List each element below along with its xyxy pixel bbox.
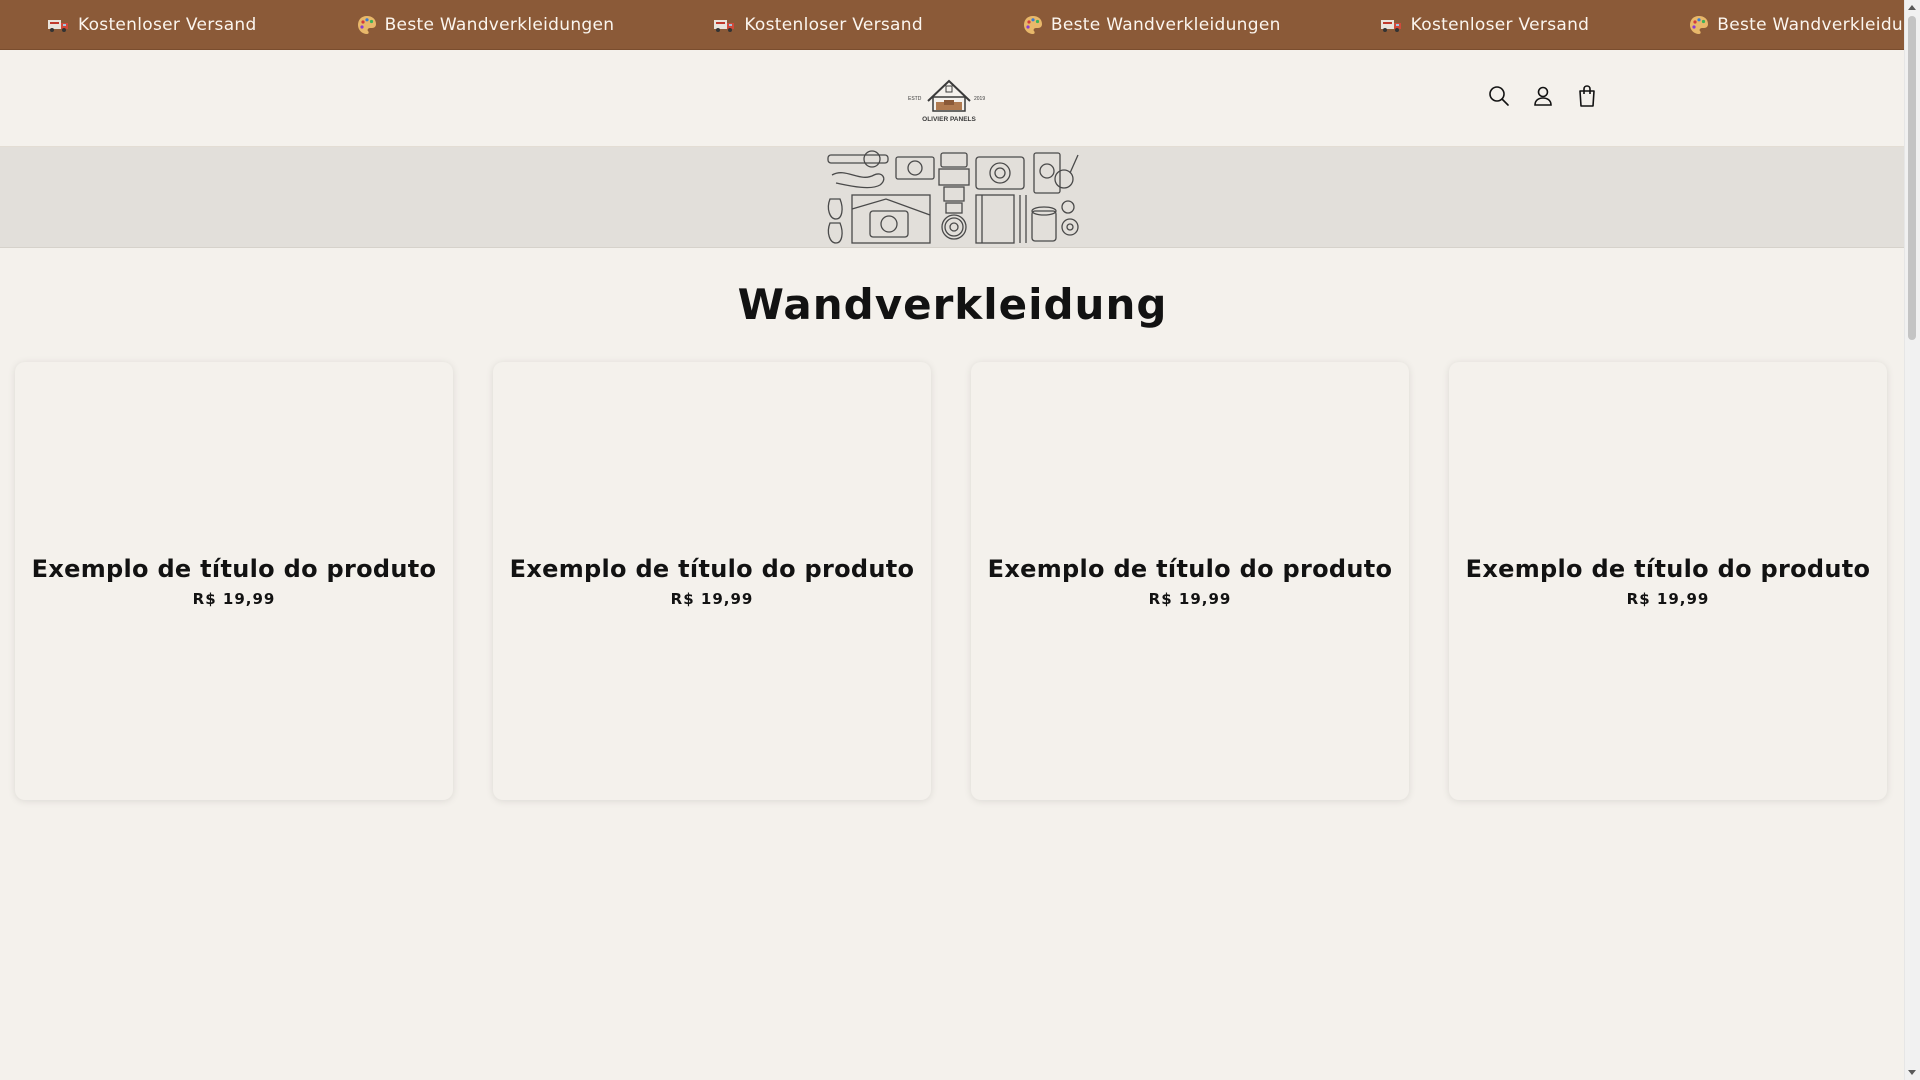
product-title[interactable]: Exemplo de título do produto <box>1466 555 1871 583</box>
palette-icon <box>357 15 376 34</box>
search-icon[interactable] <box>1487 84 1511 108</box>
header-icons <box>1487 84 1599 108</box>
product-price: R$ 19,99 <box>670 589 754 608</box>
product-title[interactable]: Exemplo de título do produto <box>32 555 437 583</box>
product-title[interactable]: Exemplo de título do produto <box>988 555 1393 583</box>
announcement-bar: Kostenloser Versand Beste Wandverkleidun… <box>0 0 1905 50</box>
collection-title: Wandverkleidung <box>737 280 1168 329</box>
palette-icon <box>1023 15 1042 34</box>
product-price: R$ 19,99 <box>1626 589 1710 608</box>
palette-icon <box>1690 15 1709 34</box>
product-card[interactable]: Exemplo de título do produto R$ 19,99 <box>1449 362 1887 800</box>
announcement-item: Kostenloser Versand <box>1380 14 1590 35</box>
logo-year: 2019 <box>974 96 985 102</box>
store-logo[interactable]: ESTD 2019 OLIVIER PANELS <box>906 67 992 127</box>
scroll-down-arrow-icon[interactable] <box>1908 1070 1916 1075</box>
announcement-item: Beste Wandverkleidungen <box>357 15 615 35</box>
logo-name: OLIVIER PANELS <box>922 116 976 123</box>
account-icon[interactable] <box>1531 84 1555 108</box>
announcement-text: Kostenloser Versand <box>1410 14 1590 35</box>
announcement-text: Kostenloser Versand <box>744 14 923 35</box>
collection-banner <box>0 147 1905 248</box>
logo-estd: ESTD <box>908 96 922 102</box>
announcement-text: Beste Wandverkleidungen <box>1717 14 1905 35</box>
truck-icon <box>1380 19 1401 32</box>
announcement-text: Beste Wandverkleidungen <box>384 14 615 35</box>
truck-icon <box>48 19 68 32</box>
page-scrollbar[interactable] <box>1904 0 1920 1080</box>
announcement-text: Beste Wandverkleidungen <box>1050 14 1281 35</box>
truck-icon <box>714 19 735 32</box>
announcement-item: Beste Wandverkleidungen <box>1023 15 1281 35</box>
announcement-text: Kostenloser Versand <box>78 14 257 35</box>
announcement-track: Kostenloser Versand Beste Wandverkleidun… <box>48 0 1905 49</box>
cart-icon[interactable] <box>1575 84 1599 108</box>
product-title[interactable]: Exemplo de título do produto <box>510 555 915 583</box>
product-card[interactable]: Exemplo de título do produto R$ 19,99 <box>971 362 1409 800</box>
site-header: ESTD 2019 OLIVIER PANELS <box>0 50 1905 147</box>
product-price: R$ 19,99 <box>1148 589 1232 608</box>
product-card[interactable]: Exemplo de título do produto R$ 19,99 <box>493 362 931 800</box>
scrollbar-thumb[interactable] <box>1908 16 1916 340</box>
announcement-item: Kostenloser Versand <box>714 15 923 35</box>
scroll-up-arrow-icon[interactable] <box>1908 5 1916 10</box>
product-card[interactable]: Exemplo de título do produto R$ 19,99 <box>15 362 453 800</box>
announcement-item: Beste Wandverkleidungen <box>1689 15 1905 35</box>
product-price: R$ 19,99 <box>192 589 276 608</box>
product-grid: Exemplo de título do produto R$ 19,99 Ex… <box>15 362 1887 800</box>
announcement-item: Kostenloser Versand <box>48 15 257 35</box>
banner-illustration <box>827 150 1079 244</box>
